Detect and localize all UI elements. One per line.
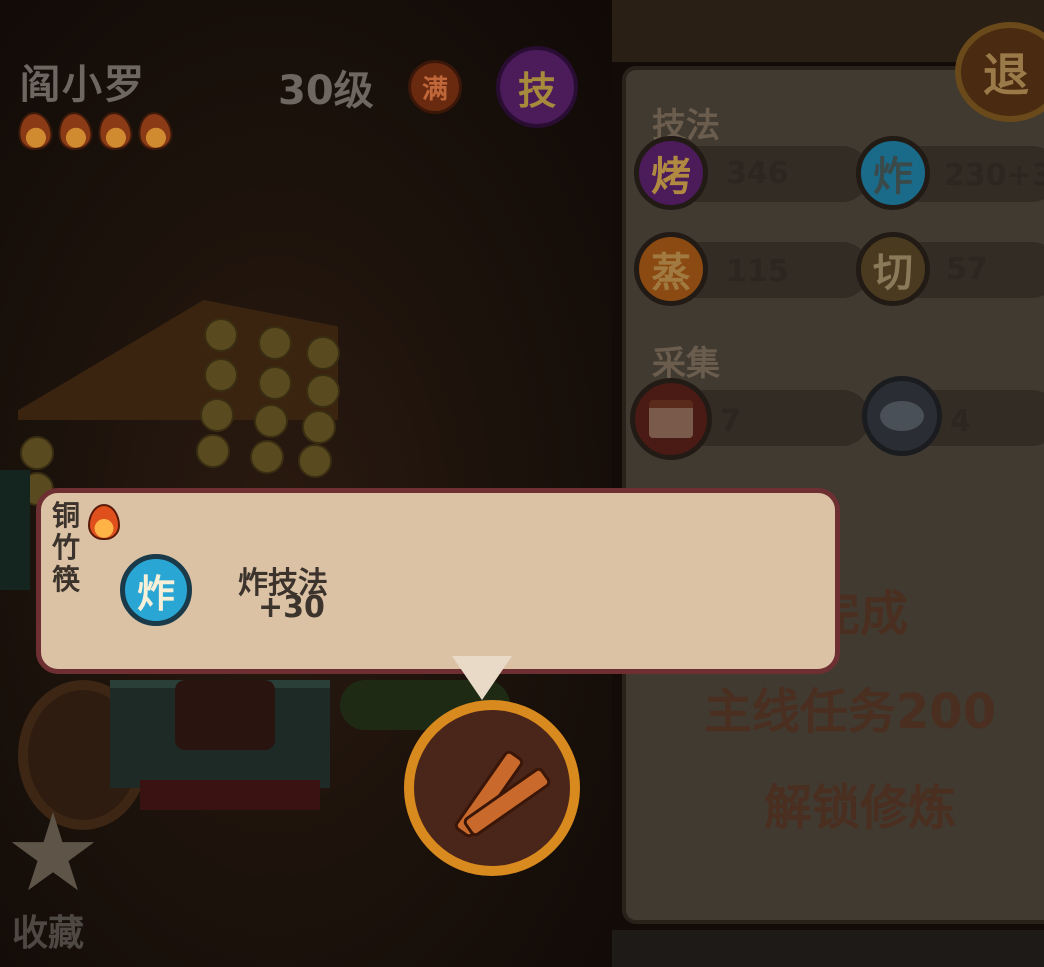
flame-icon	[135, 109, 175, 153]
steam-icon: 蒸	[634, 232, 708, 306]
tooltip-pointer	[452, 656, 512, 700]
flame-icon	[55, 109, 95, 153]
chef-character[interactable]	[175, 680, 275, 750]
cart-base	[140, 780, 320, 810]
fry-skill-icon: 炸	[120, 554, 192, 626]
favorites-label[interactable]: 收藏	[12, 904, 84, 956]
decoration-coin	[302, 410, 336, 444]
unlock-line-2: 主线任务200	[703, 684, 997, 740]
fish-shape-icon	[880, 401, 924, 431]
roast-icon: 烤	[634, 136, 708, 210]
decoration-coin	[204, 358, 238, 392]
character-name: 阎小罗	[20, 62, 146, 108]
max-level-badge: 满	[408, 60, 462, 114]
panel-footer	[612, 930, 1044, 967]
cut-value: 57	[946, 252, 988, 287]
flame-icon	[88, 504, 120, 540]
fish-value: 4	[950, 404, 971, 439]
meat-value: 7	[720, 404, 741, 439]
bonus-value: +30	[258, 590, 325, 625]
character-rarity-flames	[15, 109, 175, 153]
flame-icon	[15, 109, 55, 153]
decoration-coin	[258, 326, 292, 360]
cut-icon: 切	[856, 232, 930, 306]
decoration-coin	[250, 440, 284, 474]
roast-value: 346	[726, 156, 789, 191]
decoration-coin	[258, 366, 292, 400]
decoration-coin	[306, 374, 340, 408]
stall-roof	[18, 300, 338, 420]
decoration-coin	[204, 318, 238, 352]
fry-value: 230+30	[944, 158, 1044, 193]
decoration-coin	[20, 436, 54, 470]
decoration-coin	[196, 434, 230, 468]
steam-value: 115	[726, 254, 789, 289]
unlock-line-3: 解锁修炼	[763, 780, 956, 836]
gather-section-title: 采集	[652, 344, 720, 384]
character-level: 30级	[278, 68, 374, 114]
decoration-coin	[254, 404, 288, 438]
decoration-coin	[200, 398, 234, 432]
flame-icon	[95, 109, 135, 153]
decoration-coin	[298, 444, 332, 478]
equipment-slot[interactable]	[404, 700, 580, 876]
meat-icon	[630, 378, 712, 460]
meat-slice-icon	[649, 400, 693, 438]
item-name: 铜竹筷	[52, 499, 81, 596]
fish-icon	[862, 376, 942, 456]
decoration-coin	[306, 336, 340, 370]
skill-button[interactable]: 技	[496, 46, 578, 128]
fry-icon: 炸	[856, 136, 930, 210]
stall-side-post	[0, 470, 30, 590]
